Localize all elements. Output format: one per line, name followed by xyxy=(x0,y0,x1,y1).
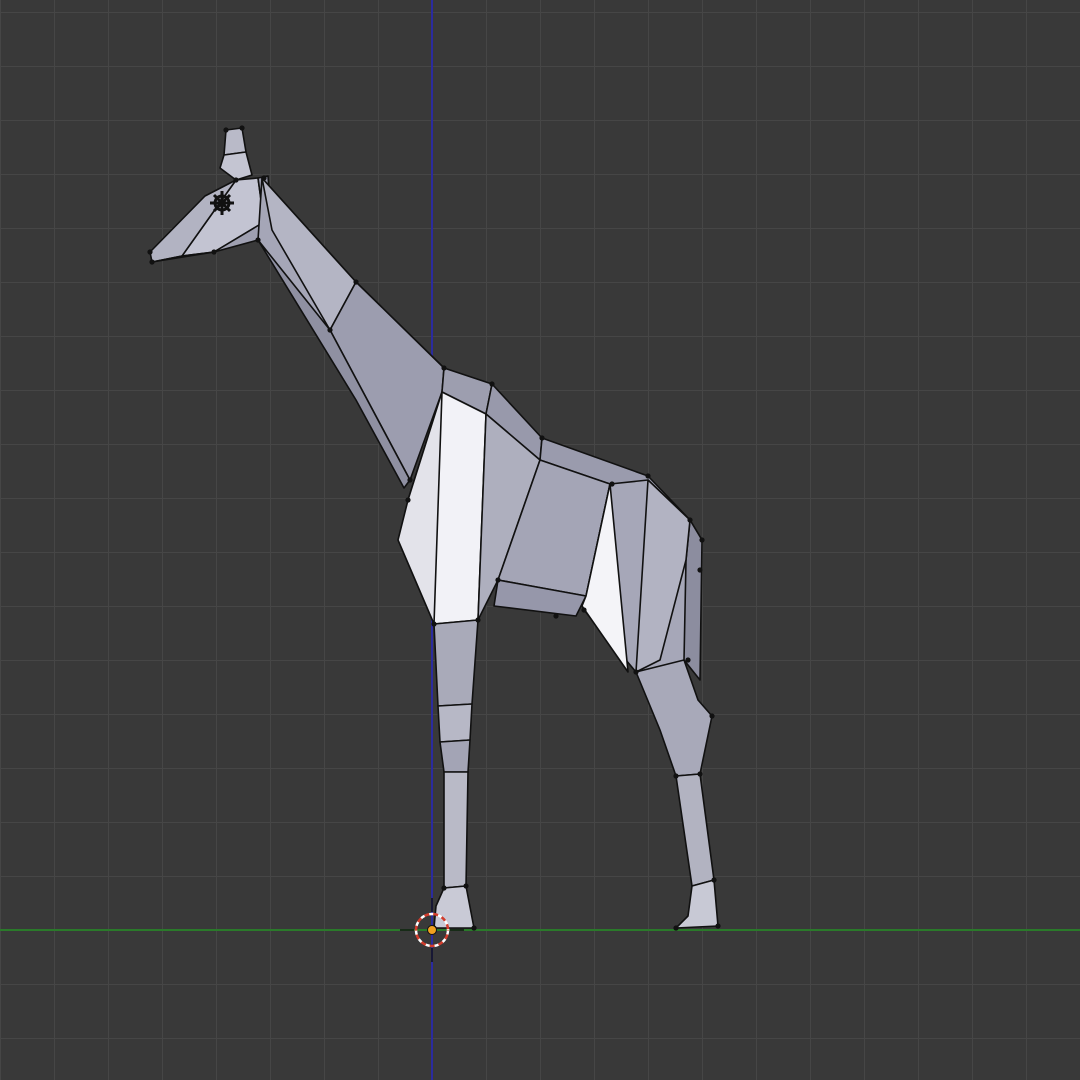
mesh-vertex[interactable] xyxy=(699,537,705,543)
mesh-vertex[interactable] xyxy=(223,127,229,133)
mesh-face xyxy=(433,619,479,707)
mesh-vertex[interactable] xyxy=(685,657,691,663)
mesh-vertex[interactable] xyxy=(471,925,477,931)
mesh-vertex[interactable] xyxy=(687,517,693,523)
mesh-vertex[interactable] xyxy=(475,617,481,623)
mesh-vertex[interactable] xyxy=(441,365,447,371)
mesh-vertex[interactable] xyxy=(673,773,679,779)
mesh-vertex[interactable] xyxy=(463,883,469,889)
mesh-vertex[interactable] xyxy=(147,249,153,255)
mesh-vertex[interactable] xyxy=(673,925,679,931)
mesh-vertex[interactable] xyxy=(697,567,703,573)
mesh-face xyxy=(437,703,473,743)
mesh-vertex[interactable] xyxy=(353,279,359,285)
mesh-vertex[interactable] xyxy=(711,877,717,883)
mesh-vertex[interactable] xyxy=(489,381,495,387)
object-origin-icon xyxy=(427,925,437,935)
mesh-vertex[interactable] xyxy=(407,477,413,483)
mesh-vertex[interactable] xyxy=(239,125,245,131)
mesh-vertex[interactable] xyxy=(441,885,447,891)
mesh-vertex[interactable] xyxy=(149,259,155,265)
mesh-vertex[interactable] xyxy=(645,473,651,479)
mesh-vertex[interactable] xyxy=(431,621,437,627)
mesh-face xyxy=(439,739,471,773)
mesh-vertex[interactable] xyxy=(633,669,639,675)
mesh-vertex[interactable] xyxy=(697,771,703,777)
mesh-vertex[interactable] xyxy=(709,713,715,719)
mesh-vertex[interactable] xyxy=(211,249,217,255)
mesh-vertex[interactable] xyxy=(233,177,239,183)
mesh-vertex[interactable] xyxy=(405,497,411,503)
mesh-vertex[interactable] xyxy=(495,577,501,583)
mesh-vertex[interactable] xyxy=(255,237,261,243)
mesh-vertex[interactable] xyxy=(553,613,559,619)
mesh-vertex[interactable] xyxy=(539,435,545,441)
viewport-canvas[interactable] xyxy=(0,0,1080,1080)
mesh-vertex[interactable] xyxy=(609,481,615,487)
mesh-vertex[interactable] xyxy=(715,923,721,929)
mesh-vertex[interactable] xyxy=(261,175,267,181)
mesh-face xyxy=(443,771,469,889)
mesh-vertex[interactable] xyxy=(581,607,587,613)
3d-viewport[interactable] xyxy=(0,0,1080,1080)
mesh-vertex[interactable] xyxy=(327,327,333,333)
